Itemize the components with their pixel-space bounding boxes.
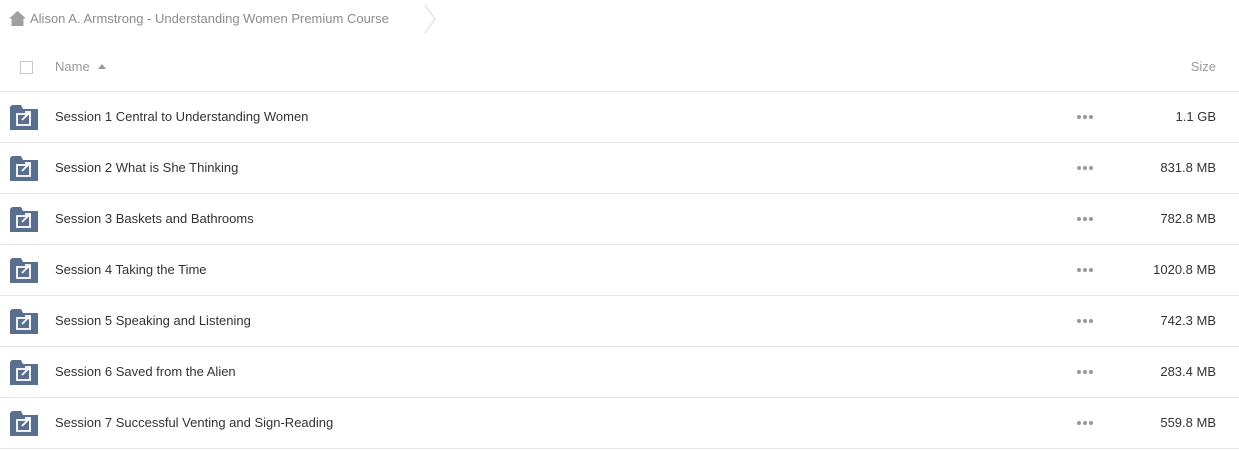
file-size: 559.8 MB — [1160, 415, 1216, 430]
column-header-name[interactable]: Name — [55, 59, 106, 74]
file-size: 1.1 GB — [1175, 109, 1216, 124]
file-size: 283.4 MB — [1160, 364, 1216, 379]
file-row[interactable]: Session 7 Successful Venting and Sign-Re… — [0, 398, 1239, 449]
column-header-name-label: Name — [55, 59, 90, 74]
breadcrumb-chevron-icon — [424, 4, 436, 34]
breadcrumb: Alison A. Armstrong - Understanding Wome… — [0, 0, 1239, 38]
file-size: 782.8 MB — [1160, 211, 1216, 226]
file-row[interactable]: Session 3 Baskets and Bathrooms 782.8 MB — [0, 194, 1239, 245]
file-size: 742.3 MB — [1160, 313, 1216, 328]
file-row[interactable]: Session 4 Taking the Time 1020.8 MB — [0, 245, 1239, 296]
file-list: Session 1 Central to Understanding Women… — [0, 92, 1239, 449]
file-row[interactable]: Session 5 Speaking and Listening 742.3 M… — [0, 296, 1239, 347]
home-icon[interactable] — [9, 11, 26, 26]
more-options-icon[interactable] — [1077, 166, 1093, 172]
shared-folder-icon — [10, 309, 38, 334]
file-name[interactable]: Session 7 Successful Venting and Sign-Re… — [55, 415, 333, 430]
file-size: 1020.8 MB — [1153, 262, 1216, 277]
file-name[interactable]: Session 2 What is She Thinking — [55, 160, 238, 175]
file-row[interactable]: Session 6 Saved from the Alien 283.4 MB — [0, 347, 1239, 398]
shared-folder-icon — [10, 105, 38, 130]
file-row[interactable]: Session 2 What is She Thinking 831.8 MB — [0, 143, 1239, 194]
more-options-icon[interactable] — [1077, 319, 1093, 325]
shared-folder-icon — [10, 156, 38, 181]
file-name[interactable]: Session 3 Baskets and Bathrooms — [55, 211, 254, 226]
file-size: 831.8 MB — [1160, 160, 1216, 175]
more-options-icon[interactable] — [1077, 217, 1093, 223]
file-name[interactable]: Session 4 Taking the Time — [55, 262, 207, 277]
more-options-icon[interactable] — [1077, 115, 1093, 121]
more-options-icon[interactable] — [1077, 370, 1093, 376]
file-name[interactable]: Session 1 Central to Understanding Women — [55, 109, 308, 124]
shared-folder-icon — [10, 360, 38, 385]
shared-folder-icon — [10, 258, 38, 283]
column-header-size[interactable]: Size — [1191, 59, 1216, 74]
more-options-icon[interactable] — [1077, 421, 1093, 427]
file-name[interactable]: Session 6 Saved from the Alien — [55, 364, 236, 379]
file-list-header: Name Size — [0, 44, 1239, 92]
breadcrumb-current-folder[interactable]: Alison A. Armstrong - Understanding Wome… — [30, 11, 389, 26]
file-name[interactable]: Session 5 Speaking and Listening — [55, 313, 251, 328]
shared-folder-icon — [10, 411, 38, 436]
shared-folder-icon — [10, 207, 38, 232]
file-row[interactable]: Session 1 Central to Understanding Women… — [0, 92, 1239, 143]
sort-ascending-icon — [97, 64, 106, 69]
more-options-icon[interactable] — [1077, 268, 1093, 274]
select-all-checkbox[interactable] — [20, 61, 33, 74]
